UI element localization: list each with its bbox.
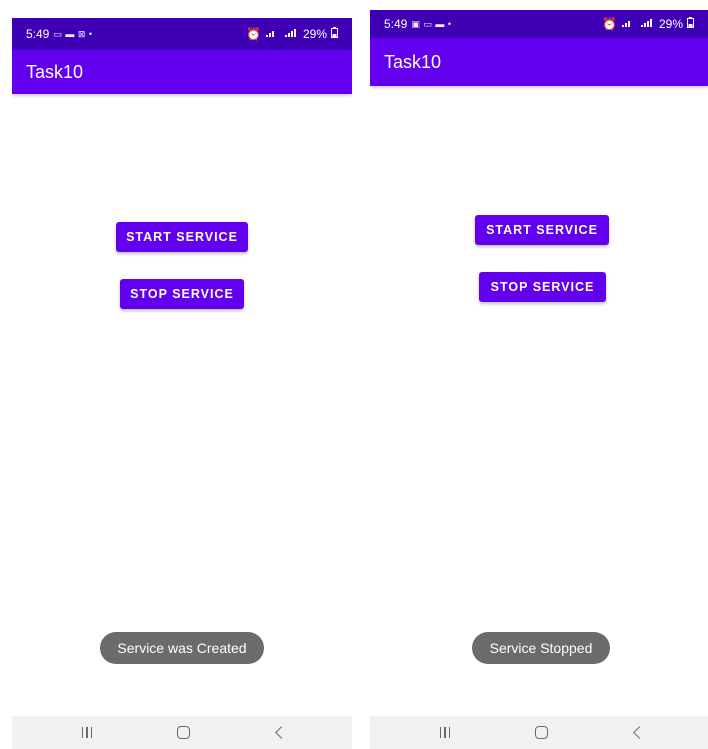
- status-time: 5:49: [26, 27, 50, 41]
- home-icon: [534, 726, 548, 739]
- stop-service-button[interactable]: STOP SERVICE: [479, 272, 606, 302]
- alarm-icon: ⏰: [602, 17, 617, 31]
- app-title: Task10: [384, 51, 442, 72]
- battery-icon: [687, 17, 694, 31]
- battery-percent: 29%: [302, 27, 327, 41]
- status-bar: 5:49 ▭ ▬ ⊠ • ⏰ 29%: [12, 18, 352, 50]
- notification-icons: ▭ ▬ ⊠ •: [53, 28, 93, 39]
- phone-screen-right: 5:49 ▣ ▭ ▬ • ⏰ 29% Task10 START SERVICE …: [370, 10, 708, 749]
- home-icon: [176, 726, 190, 739]
- back-icon: [632, 726, 646, 739]
- home-button[interactable]: [521, 716, 561, 749]
- status-bar: 5:49 ▣ ▭ ▬ • ⏰ 29%: [370, 10, 708, 38]
- toast-message: Service was Created: [100, 632, 264, 664]
- status-time: 5:49: [384, 17, 408, 31]
- phone-screen-left: 5:49 ▭ ▬ ⊠ • ⏰ 29% Task10 START SERVICE …: [12, 18, 352, 749]
- app-bar: Task10: [370, 38, 708, 86]
- back-button[interactable]: [617, 716, 657, 749]
- navigation-bar: [12, 716, 352, 749]
- navigation-bar: [370, 716, 708, 749]
- recents-icon: [81, 727, 93, 738]
- app-title: Task10: [26, 61, 84, 82]
- signal-icon: [265, 27, 299, 41]
- app-bar: Task10: [12, 50, 352, 94]
- notification-icons: ▣ ▭ ▬ •: [411, 18, 452, 29]
- home-button[interactable]: [163, 716, 203, 749]
- toast-message: Service Stopped: [472, 632, 610, 664]
- battery-icon: [331, 27, 338, 41]
- back-icon: [274, 726, 288, 739]
- start-service-button[interactable]: START SERVICE: [116, 222, 248, 252]
- signal-icon: [621, 17, 655, 31]
- start-service-button[interactable]: START SERVICE: [475, 215, 609, 245]
- alarm-icon: ⏰: [246, 27, 261, 41]
- recents-icon: [439, 727, 451, 738]
- stop-service-button[interactable]: STOP SERVICE: [120, 279, 244, 309]
- back-button[interactable]: [259, 716, 299, 749]
- battery-percent: 29%: [658, 17, 683, 31]
- recents-button[interactable]: [67, 716, 107, 749]
- recents-button[interactable]: [425, 716, 465, 749]
